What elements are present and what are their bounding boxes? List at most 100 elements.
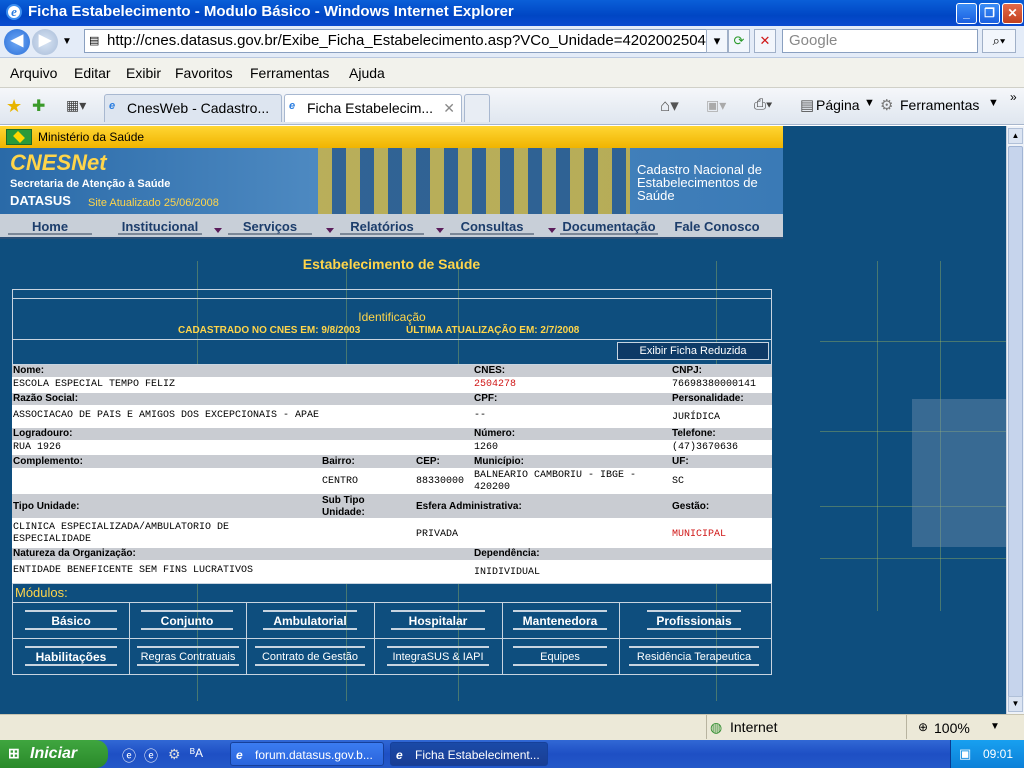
- subtipo-label-2: Unidade:: [322, 507, 365, 518]
- tab-cnesweb[interactable]: e CnesWeb - Cadastro...: [104, 94, 282, 122]
- gestao-value: MUNICIPAL: [672, 529, 727, 540]
- status-bar: ◍ Internet ⊕ 100% ▼: [0, 714, 1024, 740]
- menu-arquivo[interactable]: Arquivo: [10, 65, 57, 81]
- nav-institucional-arrow-icon[interactable]: [214, 228, 222, 233]
- modulo-contrato-gestao-button[interactable]: Contrato de Gestão: [255, 646, 365, 666]
- menu-exibir[interactable]: Exibir: [126, 65, 161, 81]
- home-icon[interactable]: ⌂▾: [660, 96, 679, 116]
- modulo-regras-contratuais-button[interactable]: Regras Contratuais: [137, 646, 239, 666]
- new-tab-button[interactable]: [464, 94, 490, 122]
- zone-text: Internet: [730, 719, 778, 735]
- menu-ajuda[interactable]: Ajuda: [349, 65, 385, 81]
- identificacao-panel: Identificação CADASTRADO NO CNES EM: 9/8…: [12, 289, 772, 365]
- nav-home[interactable]: Home: [8, 218, 92, 235]
- personalidade-label: Personalidade:: [672, 393, 744, 404]
- nav-consultas-arrow-icon[interactable]: [548, 228, 556, 233]
- modulo-conjunto-button[interactable]: Conjunto: [141, 610, 233, 630]
- scroll-up-icon[interactable]: ▲: [1008, 128, 1023, 144]
- network-icon[interactable]: ▣: [959, 740, 971, 768]
- chevron-more-icon[interactable]: »: [1010, 90, 1017, 104]
- history-dropdown-icon[interactable]: ▼: [62, 36, 72, 47]
- nome-label: Nome:: [13, 365, 45, 376]
- site-banner: CNESNet Secretaria de Atenção à Saúde DA…: [0, 148, 783, 214]
- favorites-star-icon[interactable]: ★: [6, 96, 22, 117]
- modulo-integrasus-button[interactable]: IntegraSUS & IAPI: [387, 646, 489, 666]
- divider: [706, 715, 707, 739]
- quick-tabs-icon[interactable]: ▦▾: [66, 97, 86, 114]
- tab-ficha[interactable]: e Ficha Estabelecim... ✕: [284, 94, 462, 122]
- divider: [906, 715, 907, 739]
- minimize-button[interactable]: _: [956, 3, 977, 24]
- cnes-value: 2504278: [474, 379, 517, 390]
- datasus-text: DATASUS: [10, 193, 71, 208]
- stop-icon[interactable]: ✕: [754, 29, 776, 53]
- menu-editar[interactable]: Editar: [74, 65, 111, 81]
- nav-servicos-arrow-icon[interactable]: [326, 228, 334, 233]
- divider: [246, 602, 247, 674]
- print-icon[interactable]: ⎙▾: [754, 96, 772, 113]
- page-menu-button[interactable]: Página: [816, 97, 860, 113]
- close-button[interactable]: ✕: [1002, 3, 1023, 24]
- modulo-profissionais-button[interactable]: Profissionais: [647, 610, 741, 630]
- esfera-label: Esfera Administrativa:: [416, 501, 522, 512]
- menu-favoritos[interactable]: Favoritos: [175, 65, 233, 81]
- forward-button[interactable]: ▶: [32, 29, 58, 55]
- cep-label: CEP:: [416, 456, 440, 467]
- modulos-panel: Módulos: Básico Conjunto Ambulatorial Ho…: [12, 583, 772, 675]
- nav-relatorios[interactable]: Relatórios: [340, 218, 424, 235]
- razao-value: ASSOCIACAO DE PAIS E AMIGOS DOS EXCEPCIO…: [13, 410, 320, 421]
- close-tab-icon[interactable]: ✕: [443, 95, 455, 121]
- modulo-equipes-button[interactable]: Equipes: [513, 646, 607, 666]
- vertical-scrollbar[interactable]: ▲ ▼: [1006, 126, 1024, 714]
- clock[interactable]: 09:01: [983, 740, 1013, 768]
- cpf-label: CPF:: [474, 393, 498, 404]
- cep-value: 88330000: [416, 476, 465, 487]
- refresh-icon[interactable]: ⟳: [728, 29, 750, 53]
- natureza-label: Natureza da Organização:: [13, 548, 136, 559]
- address-dropdown-button[interactable]: ▾: [706, 29, 728, 53]
- menu-ferramentas[interactable]: Ferramentas: [250, 65, 329, 81]
- exibir-ficha-reduzida-button[interactable]: Exibir Ficha Reduzida: [617, 342, 769, 360]
- back-button[interactable]: ◀: [4, 29, 30, 55]
- modulo-basico-button[interactable]: Básico: [25, 610, 117, 630]
- page-menu-arrow-icon[interactable]: ▼: [864, 97, 875, 109]
- scroll-down-icon[interactable]: ▼: [1008, 696, 1023, 712]
- taskbar-item-ficha[interactable]: e Ficha Estabeleciment...: [390, 742, 548, 766]
- nav-institucional[interactable]: Institucional: [118, 218, 202, 235]
- ie-tab-icon: e: [109, 100, 116, 112]
- nav-documentacao[interactable]: Documentação: [560, 218, 658, 235]
- modulo-hospitalar-button[interactable]: Hospitalar: [391, 610, 485, 630]
- feeds-icon[interactable]: ▣▾: [706, 97, 726, 114]
- search-input[interactable]: Google: [782, 29, 978, 53]
- nav-consultas[interactable]: Consultas: [450, 218, 534, 235]
- zoom-level[interactable]: 100%: [934, 720, 970, 736]
- settings-quicklaunch-icon[interactable]: ⚙: [168, 746, 181, 763]
- modulo-mantenedora-button[interactable]: Mantenedora: [513, 610, 607, 630]
- scroll-thumb[interactable]: [1008, 146, 1023, 698]
- font-quicklaunch-icon[interactable]: ᴮA: [190, 746, 203, 760]
- row-bg: [12, 494, 772, 518]
- ie-quicklaunch-2-icon[interactable]: ⓔ: [144, 746, 158, 766]
- zoom-dropdown-icon[interactable]: ▼: [990, 721, 1000, 732]
- logradouro-value: RUA 1926: [13, 442, 62, 453]
- title-bar: e Ficha Estabelecimento - Modulo Básico …: [0, 0, 1024, 26]
- modulo-ambulatorial-button[interactable]: Ambulatorial: [263, 610, 357, 630]
- zoom-icon[interactable]: ⊕: [918, 720, 928, 734]
- nav-fale-conosco[interactable]: Fale Conosco: [670, 218, 764, 235]
- windows-logo-icon: ⊞: [8, 745, 20, 761]
- maximize-button[interactable]: ❐: [979, 3, 1000, 24]
- cnesnet-logo[interactable]: CNESNet: [10, 150, 107, 176]
- ie-quicklaunch-icon[interactable]: ⓔ: [122, 746, 136, 766]
- nav-relatorios-arrow-icon[interactable]: [436, 228, 444, 233]
- modulo-residencia-button[interactable]: Residência Terapeutica: [629, 646, 759, 666]
- tools-menu-button[interactable]: Ferramentas: [900, 97, 979, 113]
- taskbar-item-forum[interactable]: e forum.datasus.gov.b...: [230, 742, 384, 766]
- modulo-habilitacoes-button[interactable]: Habilitações: [25, 646, 117, 666]
- start-button[interactable]: ⊞ Iniciar: [0, 740, 108, 768]
- tools-menu-arrow-icon[interactable]: ▼: [988, 97, 999, 109]
- search-icon[interactable]: ⌕▾: [982, 29, 1016, 53]
- divider: [129, 602, 130, 674]
- add-favorite-icon[interactable]: ✚: [32, 96, 45, 116]
- nav-servicos[interactable]: Serviços: [228, 218, 312, 235]
- address-input[interactable]: http://cnes.datasus.gov.br/Exibe_Ficha_E…: [84, 29, 722, 53]
